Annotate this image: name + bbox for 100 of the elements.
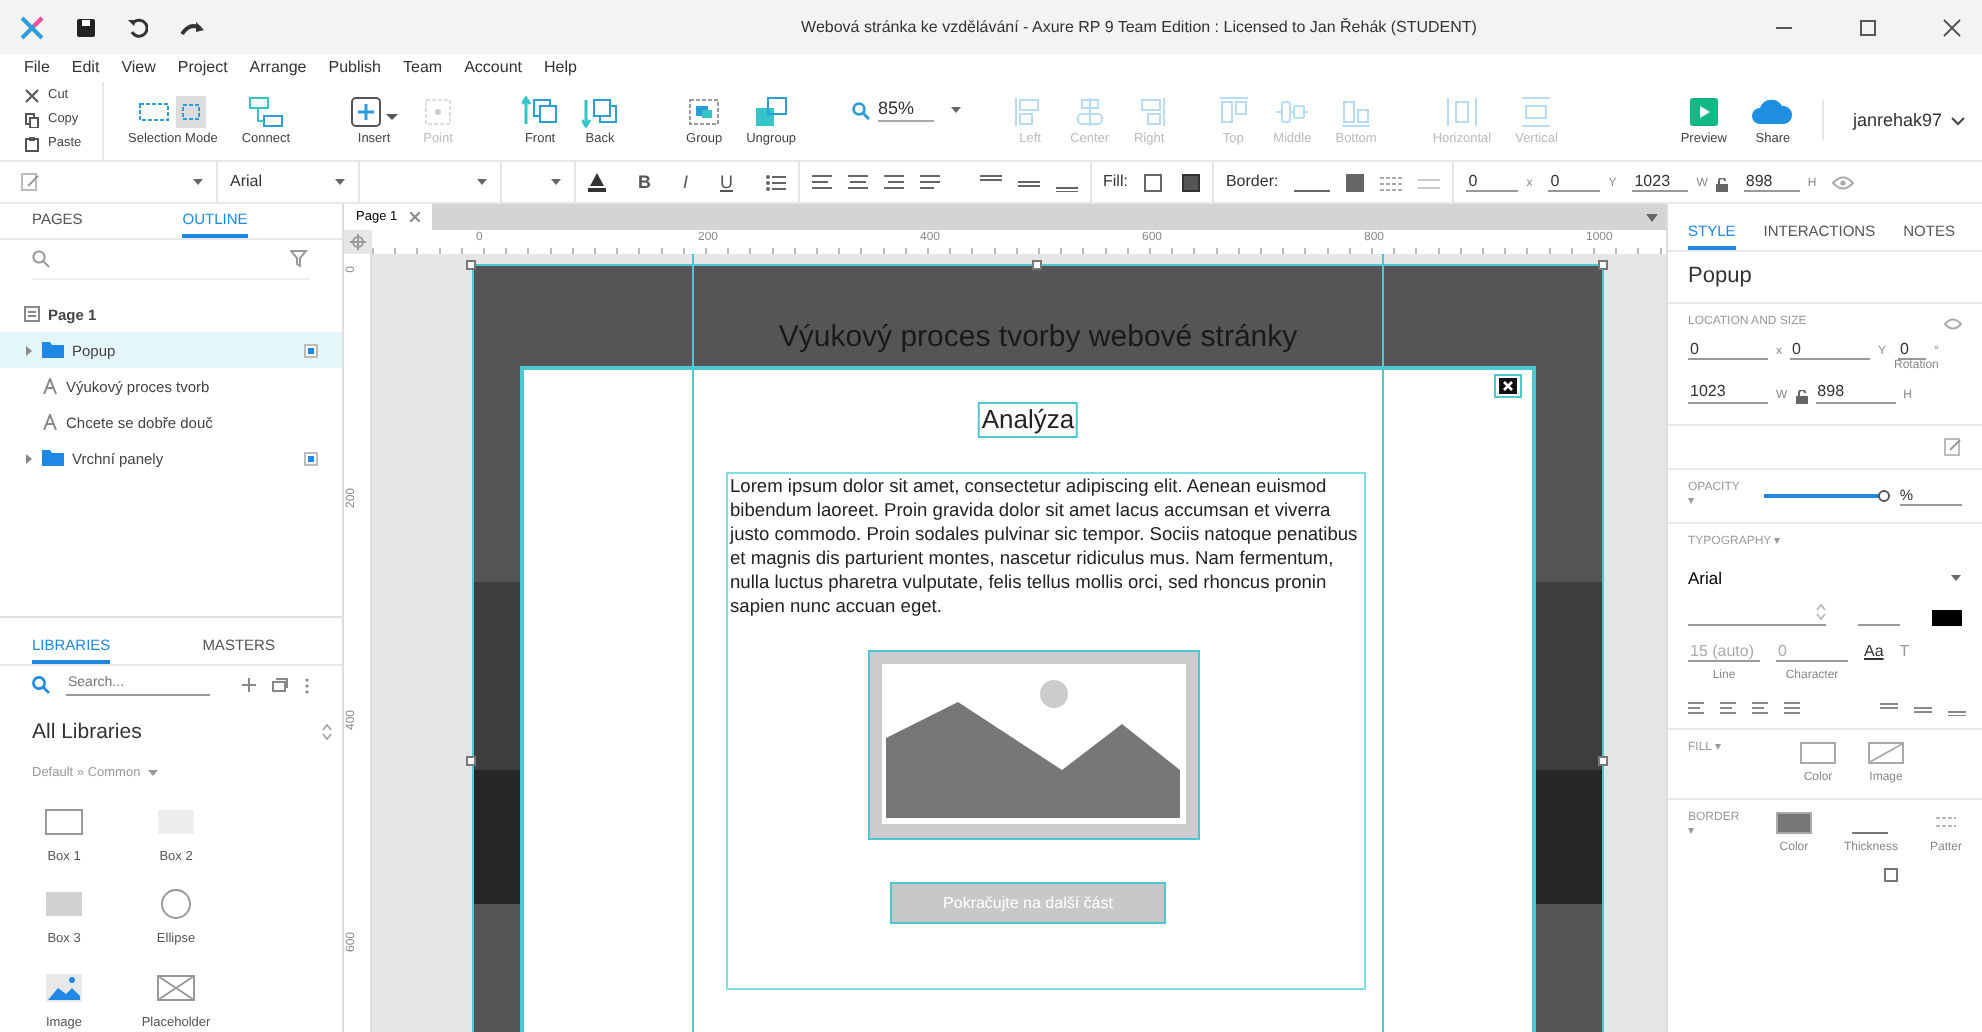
library-dropdown[interactable]: All Libraries — [32, 713, 332, 750]
undo-icon[interactable] — [128, 17, 148, 37]
connector-icon — [247, 95, 284, 128]
fill-label: Fill: — [1103, 172, 1128, 192]
distribute-vertical-icon — [1520, 95, 1553, 128]
number-field[interactable]: 0 — [1688, 339, 1768, 361]
number-field[interactable]: 898 — [1743, 171, 1800, 193]
color-swatch[interactable] — [1800, 741, 1836, 764]
menu-item[interactable]: Edit — [71, 57, 100, 78]
frame-icon[interactable] — [1884, 867, 1898, 882]
eye-icon[interactable] — [1944, 318, 1962, 331]
lock-icon[interactable] — [1795, 390, 1808, 405]
align-center-icon[interactable] — [1720, 702, 1736, 715]
zoom-icon — [852, 101, 871, 120]
number-field[interactable]: 0 — [1897, 339, 1926, 361]
scissors-icon — [24, 87, 40, 103]
caret-icon — [950, 106, 963, 115]
resize-handle[interactable] — [1598, 756, 1608, 767]
send-back-icon — [582, 95, 619, 128]
lock-icon[interactable] — [1715, 178, 1728, 193]
scroll-arrow-icon[interactable] — [1646, 214, 1658, 223]
image-icon[interactable] — [44, 972, 84, 1005]
play-icon — [1687, 95, 1720, 128]
fill-image-icon[interactable] — [1181, 173, 1200, 192]
expand-arrow-icon[interactable] — [24, 453, 34, 464]
visibility-marker-icon[interactable] — [304, 343, 318, 358]
placeholder-icon[interactable] — [156, 972, 196, 1005]
page-icon — [24, 306, 40, 323]
align-justify-icon[interactable] — [919, 174, 940, 191]
close-icon[interactable] — [1494, 374, 1522, 399]
menu-item[interactable]: File — [24, 57, 50, 78]
zoom-dropdown[interactable]: 85% — [878, 98, 963, 123]
library-icon[interactable] — [272, 678, 288, 693]
text-icon — [42, 378, 58, 395]
number-field[interactable]: 898 — [1815, 382, 1896, 405]
ellipse-icon[interactable] — [156, 888, 196, 921]
font-dropdown[interactable]: Arial — [1688, 567, 1962, 588]
filter-icon[interactable] — [290, 250, 310, 269]
caret-icon — [334, 178, 346, 187]
border-color-swatch[interactable] — [1346, 173, 1365, 192]
format-button[interactable]: I — [683, 171, 689, 194]
popup-title: Analýza — [977, 402, 1079, 438]
add-icon[interactable] — [242, 678, 256, 693]
box-icon[interactable] — [44, 805, 84, 838]
redo-icon[interactable] — [180, 19, 204, 35]
text-color-icon[interactable] — [588, 172, 606, 193]
align-right-icon[interactable] — [883, 174, 904, 191]
menu-item[interactable]: Account — [464, 57, 522, 78]
menu-item[interactable]: Team — [403, 57, 443, 78]
menu-item[interactable]: Arrange — [249, 57, 307, 78]
close-icon[interactable] — [1942, 17, 1962, 37]
number-field[interactable]: 0 — [1466, 171, 1519, 193]
selection-mode-icon — [138, 95, 207, 128]
align-left-icon[interactable] — [1688, 702, 1704, 715]
number-field[interactable]: 1023 — [1688, 382, 1768, 405]
bullet-list-icon[interactable] — [765, 173, 786, 192]
maximize-icon[interactable] — [1858, 17, 1878, 37]
resize-handle[interactable] — [466, 260, 476, 271]
visibility-marker-icon[interactable] — [304, 451, 318, 466]
format-button[interactable]: B — [638, 171, 651, 194]
expand-arrow-icon[interactable] — [24, 345, 34, 356]
text-style-button[interactable]: Aa — [1864, 641, 1884, 661]
font-dropdown[interactable]: Arial — [230, 172, 346, 192]
align-center-icon[interactable] — [847, 174, 868, 191]
menu-item[interactable]: Help — [543, 57, 577, 78]
number-field[interactable]: 1023 — [1632, 171, 1689, 193]
border-pattern-icon[interactable] — [1380, 173, 1403, 192]
more-icon[interactable] — [304, 677, 310, 694]
valign-middle-icon[interactable] — [1914, 701, 1932, 716]
resize-handle[interactable] — [466, 756, 476, 767]
user-menu[interactable]: janrehak97 — [1852, 109, 1966, 132]
color-swatch[interactable] — [1775, 811, 1812, 834]
ruler-origin-icon[interactable] — [350, 234, 366, 251]
search-icon[interactable] — [32, 250, 50, 269]
align-middle-icon — [1274, 95, 1311, 128]
menu-item[interactable]: Project — [177, 57, 228, 78]
ungroup-icon — [753, 95, 790, 128]
updown-icon — [322, 723, 332, 740]
number-field[interactable]: 0 — [1790, 339, 1870, 361]
font-size-field[interactable] — [1688, 603, 1826, 626]
style-icon[interactable] — [1944, 438, 1962, 457]
format-button[interactable]: U — [720, 171, 734, 194]
align-justify-icon[interactable] — [1784, 702, 1800, 715]
menu-item[interactable]: Publish — [328, 57, 382, 78]
slider-thumb[interactable] — [1877, 490, 1890, 503]
image-fill-icon[interactable] — [1868, 741, 1904, 764]
save-icon[interactable] — [76, 17, 96, 37]
distribute-horizontal-icon — [1445, 95, 1478, 128]
number-field[interactable]: 0 — [1548, 171, 1601, 193]
eye-icon[interactable] — [1832, 175, 1855, 190]
resize-handle[interactable] — [1032, 260, 1042, 271]
resize-handle[interactable] — [1598, 260, 1608, 271]
fill-color-swatch[interactable] — [1143, 173, 1162, 192]
align-left-icon[interactable] — [811, 174, 832, 191]
folder-icon — [42, 450, 64, 467]
align-right-icon[interactable] — [1752, 702, 1768, 715]
align-bottom-icon — [1340, 95, 1373, 128]
menu-item[interactable]: View — [121, 57, 156, 78]
search-icon — [32, 676, 50, 695]
text-color-swatch[interactable] — [1932, 609, 1962, 626]
